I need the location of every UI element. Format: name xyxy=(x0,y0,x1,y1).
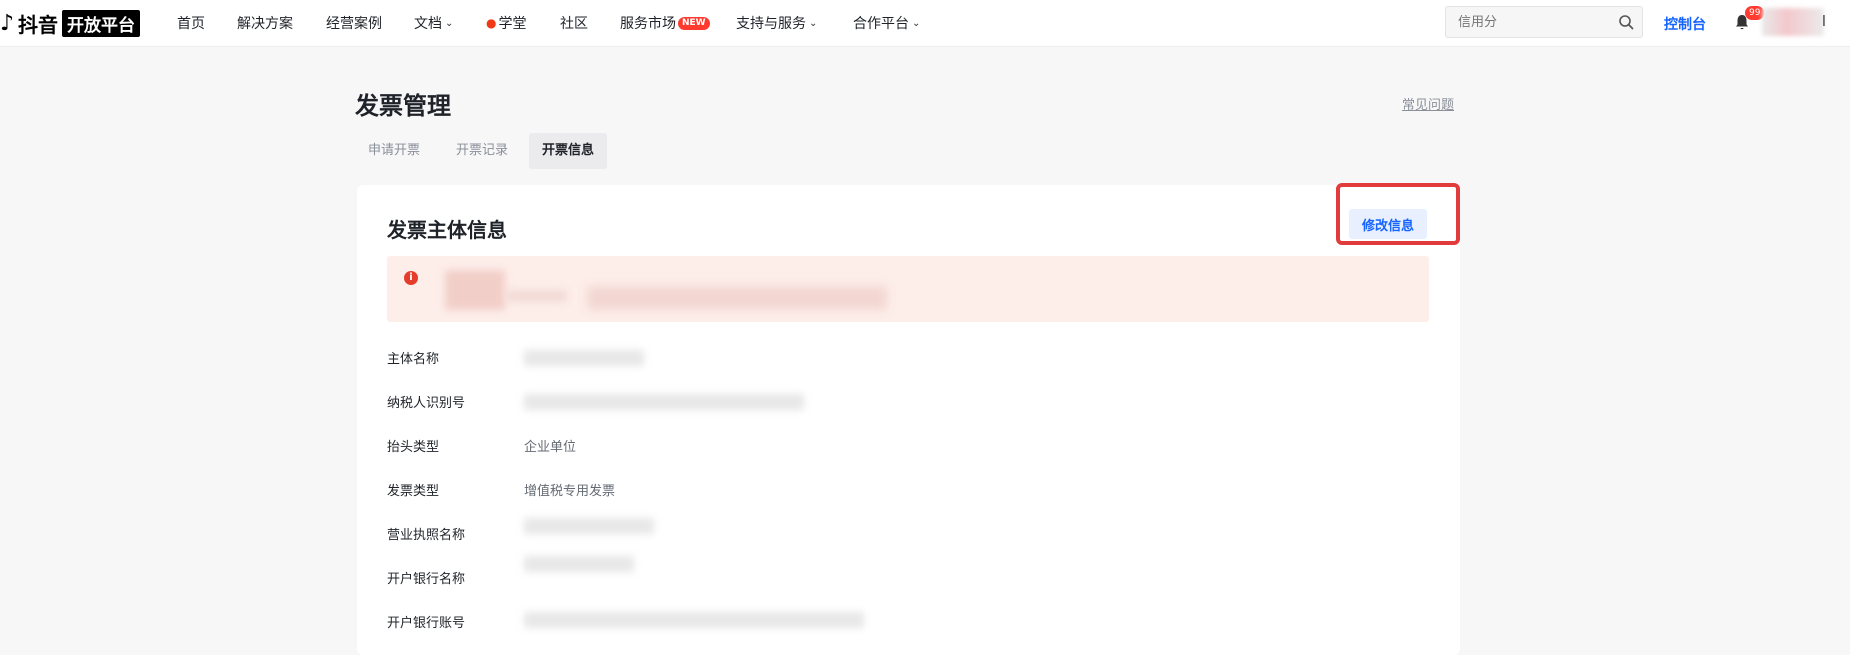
field-taxpayer-id: 纳税人识别号 xyxy=(387,392,987,412)
field-label: 纳税人识别号 xyxy=(387,396,466,411)
chevron-down-icon: ⌄ xyxy=(912,17,921,29)
nav-academy-label: 学堂 xyxy=(498,16,527,32)
redacted-text xyxy=(445,270,505,310)
field-label: 营业执照名称 xyxy=(387,528,466,543)
nav-community-label: 社区 xyxy=(560,16,588,32)
field-business-license-name: 营业执照名称 xyxy=(387,518,987,544)
search-input[interactable] xyxy=(1458,15,1608,30)
nav-partner-platform[interactable]: 合作平台 ⌄ xyxy=(853,0,920,46)
fire-icon: ● xyxy=(486,16,497,30)
nav-service-market-label: 服务市场 xyxy=(620,16,676,32)
field-label: 开户银行名称 xyxy=(387,572,466,587)
field-label: 开户银行账号 xyxy=(387,616,466,631)
user-initial[interactable]: l xyxy=(1822,14,1826,30)
logo-brand-text: 抖音 xyxy=(18,12,59,37)
field-value: 企业单位 xyxy=(524,440,577,455)
field-bank-account: 开户银行账号 xyxy=(387,612,987,632)
field-label: 抬头类型 xyxy=(387,440,440,455)
card-title: 发票主体信息 xyxy=(387,218,507,242)
avatar[interactable] xyxy=(1762,8,1824,36)
nav-academy[interactable]: ● 学堂 xyxy=(486,0,526,46)
nav-partner-platform-label: 合作平台 xyxy=(853,16,909,32)
tab-apply-invoice[interactable]: 申请开票 xyxy=(355,133,433,169)
search-icon[interactable] xyxy=(1618,14,1634,30)
nav-cases-label: 经营案例 xyxy=(326,16,382,32)
search-box[interactable] xyxy=(1445,6,1643,38)
nav-home-label: 首页 xyxy=(177,16,205,32)
info-alert-icon: i xyxy=(404,271,418,285)
invoice-tabs: 申请开票 开票记录 开票信息 xyxy=(355,133,617,169)
edit-button-highlight-box xyxy=(1336,183,1460,245)
field-label: 主体名称 xyxy=(387,352,440,367)
field-title-type: 抬头类型 企业单位 xyxy=(387,436,987,456)
faq-link[interactable]: 常见问题 xyxy=(1402,94,1454,113)
field-label: 发票类型 xyxy=(387,484,440,499)
nav-docs-label: 文档 xyxy=(414,16,442,32)
redacted-value xyxy=(524,350,644,366)
nav-docs[interactable]: 文档 ⌄ xyxy=(414,0,453,46)
field-entity-name: 主体名称 xyxy=(387,348,987,368)
chevron-down-icon: ⌄ xyxy=(809,17,818,29)
tab-invoice-info[interactable]: 开票信息 xyxy=(529,133,608,169)
redacted-text xyxy=(507,290,567,302)
redacted-text xyxy=(587,286,887,310)
chevron-down-icon: ⌄ xyxy=(445,17,454,29)
redacted-value xyxy=(524,394,804,410)
nav-solutions[interactable]: 解决方案 xyxy=(237,0,293,46)
nav-cases[interactable]: 经营案例 xyxy=(326,0,382,46)
logo-platform-text: 开放平台 xyxy=(62,9,141,37)
nav-support[interactable]: 支持与服务 ⌄ xyxy=(736,0,817,46)
nav-solutions-label: 解决方案 xyxy=(237,16,293,32)
field-value: 增值税专用发票 xyxy=(524,484,616,499)
redacted-value xyxy=(524,612,864,628)
nav-support-label: 支持与服务 xyxy=(736,16,806,32)
warning-alert: i xyxy=(387,256,1429,322)
nav-service-market[interactable]: 服务市场 NEW xyxy=(620,0,710,46)
redacted-value xyxy=(524,518,654,534)
field-bank-name: 开户银行名称 xyxy=(387,556,987,588)
nav-home[interactable]: 首页 xyxy=(177,0,205,46)
top-navigation-bar: ♪ 抖音 开放平台 首页 解决方案 经营案例 文档 ⌄ ● 学堂 社区 服务市场… xyxy=(0,0,1850,47)
new-badge: NEW xyxy=(678,16,710,30)
nav-community[interactable]: 社区 xyxy=(560,0,588,46)
douyin-open-platform-logo[interactable]: ♪ 抖音 开放平台 xyxy=(0,9,141,37)
tab-invoice-records[interactable]: 开票记录 xyxy=(443,133,521,169)
console-link[interactable]: 控制台 xyxy=(1664,14,1706,34)
redacted-value xyxy=(524,556,634,572)
tiktok-note-icon: ♪ xyxy=(0,10,15,36)
field-invoice-type: 发票类型 增值税专用发票 xyxy=(387,480,987,500)
page-title: 发票管理 xyxy=(355,92,451,120)
invoice-entity-card: 发票主体信息 修改信息 i 主体名称 纳税人识别号 抬头类型 企业单位 发票类型… xyxy=(357,185,1460,655)
